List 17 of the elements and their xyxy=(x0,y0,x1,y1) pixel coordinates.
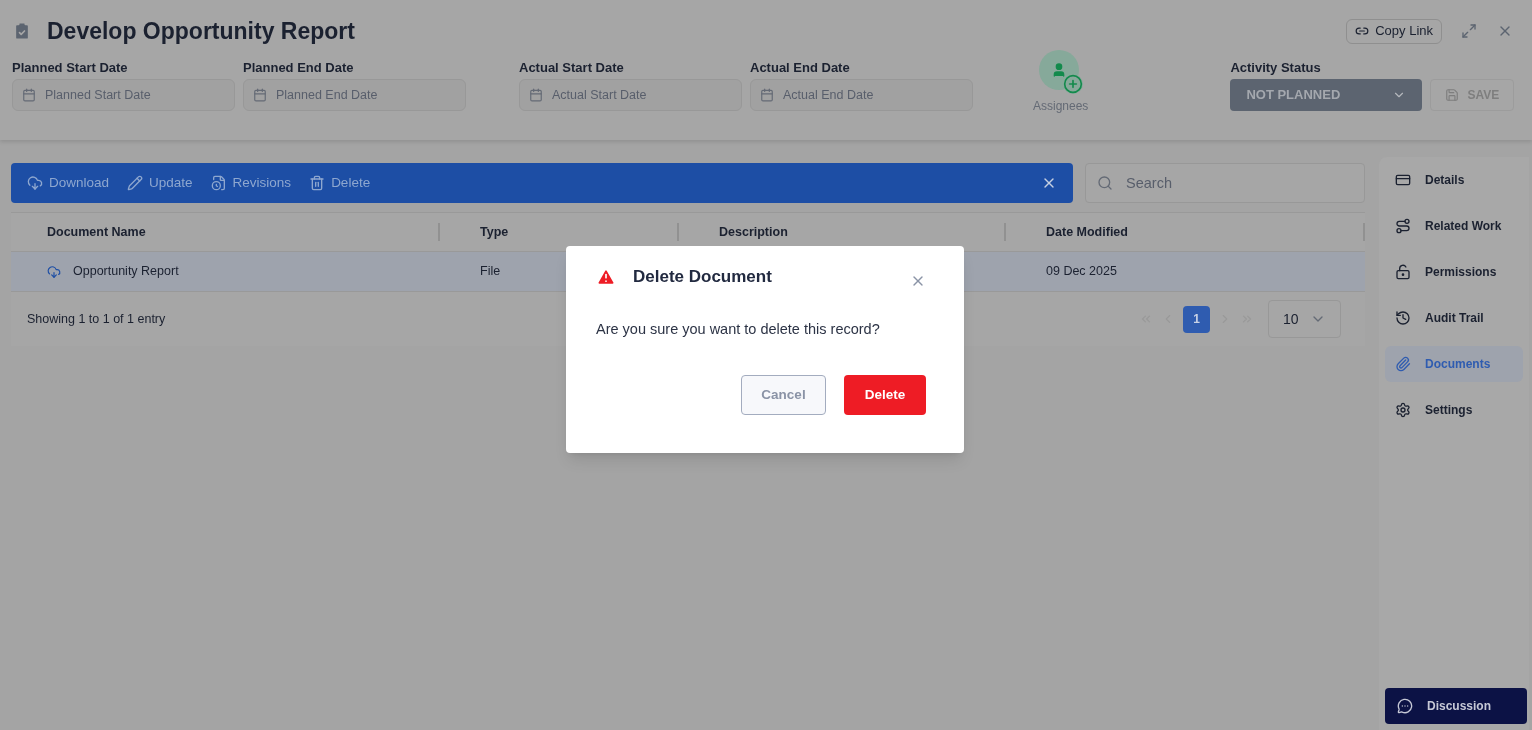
field-label: Planned Start Date xyxy=(12,59,129,76)
table-cell-text: Opportunity Report xyxy=(73,263,179,281)
dialog-message: Are you sure you want to delete this record? xyxy=(596,320,881,339)
assignees-label: Assignees xyxy=(1033,98,1089,115)
field-label: Actual Start Date xyxy=(519,59,625,76)
entries-summary: Showing 1 to 1 of 1 entry xyxy=(27,310,166,328)
column-header: Type xyxy=(480,223,510,241)
column-header: Document Name xyxy=(47,223,147,241)
window-title: Develop Opportunity Report xyxy=(47,16,355,46)
column-header: Date Modified xyxy=(1046,223,1129,241)
table-cell-text: File xyxy=(480,263,501,281)
field-label: Actual End Date xyxy=(750,59,851,76)
field-label: Activity Status xyxy=(1230,59,1322,76)
column-header: Description xyxy=(719,223,789,241)
field-label: Planned End Date xyxy=(243,59,355,76)
table-cell-text: 09 Dec 2025 xyxy=(1046,263,1117,281)
dialog-title: Delete Document xyxy=(633,266,772,289)
